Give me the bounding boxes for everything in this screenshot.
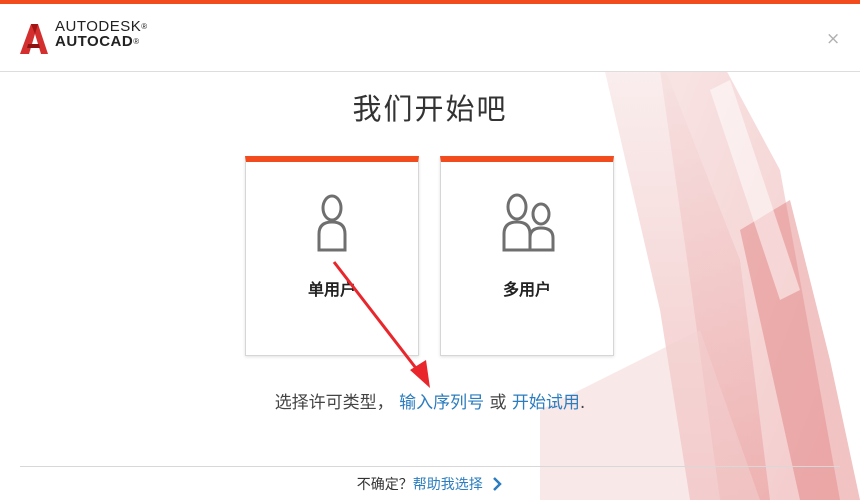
license-prefix: 选择许可类型， [274,393,394,413]
multi-user-icon [502,193,555,252]
start-trial-link[interactable]: 开始试用 [512,393,580,413]
close-icon[interactable]: × [826,31,840,48]
not-sure-text: 不确定？ [356,477,413,493]
chevron-right-icon[interactable] [491,477,503,491]
enter-serial-link[interactable]: 输入序列号 [399,393,484,413]
single-user-label: 单用户 [307,280,356,299]
multi-user-card[interactable]: 多用户 [440,156,614,356]
footer-divider [20,466,840,467]
brand-registered-mark: ® [141,22,148,31]
autocad-a-logo-icon [20,24,48,54]
brand-line2: AUTOCAD [55,33,134,50]
brand-wordmark: AUTODESK® AUTOCAD® [55,19,148,49]
single-user-icon [317,194,347,252]
header-bar: AUTODESK® AUTOCAD® × [0,4,860,72]
brand-registered-mark-2: ® [133,37,140,46]
license-suffix: . [579,393,586,413]
multi-user-label: 多用户 [502,280,551,299]
footer-help: 不确定？帮助我选择 [0,474,860,494]
help-me-choose-link[interactable]: 帮助我选择 [413,477,483,493]
single-user-card[interactable]: 单用户 [245,156,419,356]
license-options-line: 选择许可类型， 输入序列号 或 开始试用. [0,388,860,413]
license-or: 或 [489,393,507,413]
page-title: 我们开始吧 [352,92,508,126]
